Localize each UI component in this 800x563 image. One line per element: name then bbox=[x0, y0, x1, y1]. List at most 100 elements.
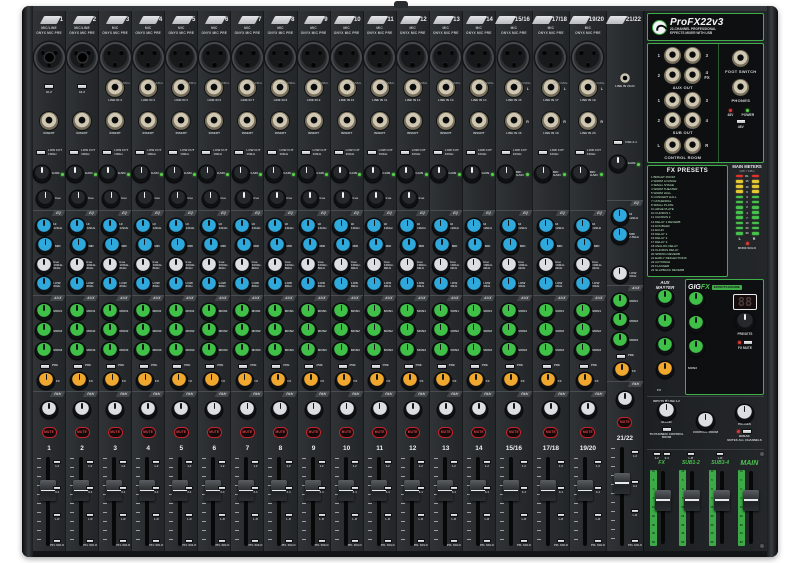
eq-hi-knob[interactable] bbox=[538, 219, 554, 235]
mute-button[interactable]: MUTE bbox=[580, 427, 595, 438]
gain-knob[interactable] bbox=[133, 166, 149, 182]
mon2-send-knob[interactable] bbox=[433, 323, 449, 339]
eq-freq-knob[interactable] bbox=[501, 258, 517, 274]
mon2-send-knob[interactable] bbox=[333, 323, 349, 339]
eq-hi-knob[interactable] bbox=[201, 219, 217, 235]
comp-knob[interactable] bbox=[203, 191, 219, 207]
mon1-send-knob[interactable] bbox=[300, 304, 316, 320]
hi-z-switch[interactable] bbox=[44, 84, 54, 89]
fx-send-knob[interactable] bbox=[435, 373, 451, 389]
pan-knob[interactable] bbox=[206, 402, 222, 418]
mon2-send-knob[interactable] bbox=[300, 323, 316, 339]
mon2-send-knob[interactable] bbox=[168, 323, 184, 339]
mute-button[interactable]: MUTE bbox=[306, 427, 321, 438]
pre-post-switch[interactable] bbox=[205, 364, 215, 369]
fx-send-knob[interactable] bbox=[71, 373, 87, 389]
eq-mid-knob[interactable] bbox=[502, 238, 518, 254]
fx-mute-switch[interactable] bbox=[743, 340, 753, 345]
pre-post-switch[interactable] bbox=[73, 364, 83, 369]
mon2-send-knob[interactable] bbox=[575, 323, 591, 339]
gain-knob[interactable] bbox=[199, 166, 215, 182]
master-fader-handle[interactable] bbox=[684, 490, 700, 511]
pre-post-switch[interactable] bbox=[616, 354, 626, 359]
low-cut-switch[interactable] bbox=[301, 150, 311, 155]
pan-knob[interactable] bbox=[405, 402, 421, 418]
mon3-send-knob[interactable] bbox=[612, 333, 628, 349]
master-fader-handle[interactable] bbox=[714, 490, 730, 511]
pan-knob[interactable] bbox=[74, 402, 90, 418]
gain-knob[interactable] bbox=[166, 166, 182, 182]
mon2-send-knob[interactable] bbox=[612, 313, 628, 329]
mon3-send-knob[interactable] bbox=[201, 343, 217, 359]
pre-post-switch[interactable] bbox=[172, 364, 182, 369]
mute-button[interactable]: MUTE bbox=[617, 417, 632, 428]
eq-mid-knob[interactable] bbox=[71, 238, 87, 254]
eq-low-knob[interactable] bbox=[366, 277, 382, 293]
eq-low-knob[interactable] bbox=[168, 277, 184, 293]
blend-knob[interactable] bbox=[658, 403, 675, 420]
low-cut-switch[interactable] bbox=[234, 150, 244, 155]
comp-knob[interactable] bbox=[236, 191, 252, 207]
pan-knob[interactable] bbox=[372, 402, 388, 418]
eq-low-knob[interactable] bbox=[333, 277, 349, 293]
eq-mid-knob[interactable] bbox=[269, 238, 285, 254]
mon2-send-knob[interactable] bbox=[267, 323, 283, 339]
mon3-send-knob[interactable] bbox=[234, 343, 250, 359]
fx-send-knob[interactable] bbox=[237, 373, 253, 389]
fx-send-knob[interactable] bbox=[503, 373, 519, 389]
pre-post-switch[interactable] bbox=[579, 364, 589, 369]
comp-knob[interactable] bbox=[103, 191, 119, 207]
mon3-send-knob[interactable] bbox=[36, 343, 52, 359]
pre-post-switch[interactable] bbox=[470, 364, 480, 369]
eq-freq-knob[interactable] bbox=[168, 258, 184, 274]
eq-hi-knob[interactable] bbox=[300, 219, 316, 235]
mute-button[interactable]: MUTE bbox=[141, 427, 156, 438]
aux-master-mon3-knob[interactable] bbox=[657, 338, 673, 354]
eq-hi-knob[interactable] bbox=[575, 219, 591, 235]
eq-low-knob[interactable] bbox=[69, 277, 85, 293]
mon2-send-knob[interactable] bbox=[501, 323, 517, 339]
master-assign-l-r-button[interactable] bbox=[687, 452, 695, 456]
low-cut-switch[interactable] bbox=[334, 150, 344, 155]
fx-send-knob[interactable] bbox=[38, 373, 54, 389]
eq-mid-knob[interactable] bbox=[236, 238, 252, 254]
low-cut-switch[interactable] bbox=[433, 150, 443, 155]
pan-knob[interactable] bbox=[471, 402, 487, 418]
eq-freq-knob[interactable] bbox=[36, 258, 52, 274]
mute-button[interactable]: MUTE bbox=[42, 427, 57, 438]
mon1-send-knob[interactable] bbox=[201, 304, 217, 320]
comp-knob[interactable] bbox=[37, 191, 53, 207]
low-cut-switch[interactable] bbox=[135, 150, 145, 155]
pre-post-switch[interactable] bbox=[106, 364, 116, 369]
mon1-send-knob[interactable] bbox=[433, 304, 449, 320]
eq-hi-knob[interactable] bbox=[501, 219, 517, 235]
gain-knob[interactable] bbox=[266, 166, 282, 182]
pan-knob[interactable] bbox=[272, 402, 288, 418]
mon1-send-knob[interactable] bbox=[168, 304, 184, 320]
eq-low-knob[interactable] bbox=[399, 277, 415, 293]
mon1-send-knob[interactable] bbox=[36, 304, 52, 320]
pan-knob[interactable] bbox=[41, 402, 57, 418]
eq-hi-knob[interactable] bbox=[267, 219, 283, 235]
mon3-send-knob[interactable] bbox=[102, 343, 118, 359]
eq-low-knob[interactable] bbox=[300, 277, 316, 293]
pan-knob[interactable] bbox=[339, 402, 355, 418]
mon3-send-knob[interactable] bbox=[366, 343, 382, 359]
master-assign-3-4-button[interactable] bbox=[663, 452, 671, 456]
pan-knob[interactable] bbox=[543, 402, 559, 418]
mon1-send-knob[interactable] bbox=[333, 304, 349, 320]
eq-low-knob[interactable] bbox=[433, 277, 449, 293]
pan-knob[interactable] bbox=[617, 392, 633, 408]
eq-hi-knob[interactable] bbox=[234, 219, 250, 235]
eq-freq-knob[interactable] bbox=[300, 258, 316, 274]
eq-mid-knob[interactable] bbox=[467, 238, 483, 254]
eq-low-knob[interactable] bbox=[201, 277, 217, 293]
master-assign-1-2-button[interactable] bbox=[653, 452, 661, 456]
pre-post-switch[interactable] bbox=[40, 364, 50, 369]
pre-post-switch[interactable] bbox=[542, 364, 552, 369]
mon2-send-knob[interactable] bbox=[201, 323, 217, 339]
low-cut-switch[interactable] bbox=[69, 150, 79, 155]
mon1-send-knob[interactable] bbox=[612, 294, 628, 310]
mon3-send-knob[interactable] bbox=[466, 343, 482, 359]
pan-knob[interactable] bbox=[580, 402, 596, 418]
